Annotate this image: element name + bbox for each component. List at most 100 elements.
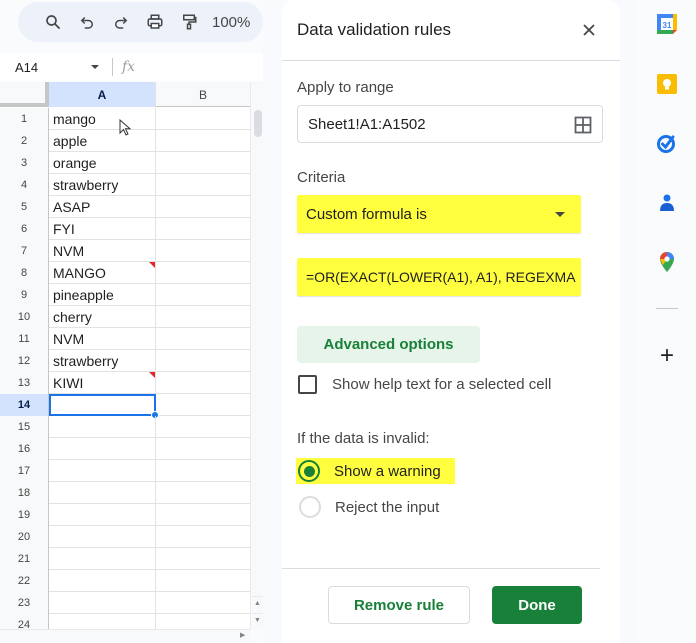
row-header[interactable]: 7	[0, 240, 49, 262]
cell-b14[interactable]	[156, 394, 250, 416]
add-app-button[interactable]: +	[656, 342, 678, 369]
undo-button[interactable]	[70, 8, 104, 36]
cell-b7[interactable]	[156, 240, 250, 262]
scroll-right-icon[interactable]: ▶	[240, 631, 245, 639]
cell-b4[interactable]	[156, 174, 250, 196]
cell-b20[interactable]	[156, 526, 250, 548]
row-header[interactable]: 2	[0, 130, 49, 152]
row-header[interactable]: 15	[0, 416, 49, 438]
help-text-checkbox-row[interactable]: Show help text for a selected cell	[298, 373, 551, 395]
redo-button[interactable]	[104, 8, 138, 36]
row-header[interactable]: 16	[0, 438, 49, 460]
radio-reject-input[interactable]: Reject the input	[297, 494, 439, 520]
cell-b1[interactable]	[156, 108, 250, 130]
cell-b13[interactable]	[156, 372, 250, 394]
cell-b22[interactable]	[156, 570, 250, 592]
cell-b16[interactable]	[156, 438, 250, 460]
google-maps-button[interactable]	[656, 251, 678, 273]
cell-a11[interactable]: NVM	[49, 328, 156, 350]
row-header[interactable]: 17	[0, 460, 49, 482]
print-button[interactable]	[138, 8, 172, 36]
scroll-up-icon[interactable]: ▲	[252, 596, 263, 610]
row-header[interactable]: 5	[0, 196, 49, 218]
range-input[interactable]: Sheet1!A1:A1502	[297, 105, 603, 143]
row-header[interactable]: 21	[0, 548, 49, 570]
advanced-options-button[interactable]: Advanced options	[297, 326, 480, 363]
cell-a7[interactable]: NVM	[49, 240, 156, 262]
row-header[interactable]: 4	[0, 174, 49, 196]
cell-a9[interactable]: pineapple	[49, 284, 156, 306]
cell-a1[interactable]: mango	[49, 108, 156, 130]
help-text-checkbox[interactable]	[298, 374, 317, 394]
paint-format-button[interactable]	[172, 8, 206, 36]
google-tasks-button[interactable]	[656, 132, 678, 154]
cell-a5[interactable]: ASAP	[49, 196, 156, 218]
cell-a22[interactable]	[49, 570, 156, 592]
cell-a10[interactable]: cherry	[49, 306, 156, 328]
cell-b6[interactable]	[156, 218, 250, 240]
custom-formula-input[interactable]: =OR(EXACT(LOWER(A1), A1), REGEXMA	[297, 258, 581, 296]
row-header[interactable]: 3	[0, 152, 49, 174]
cell-a21[interactable]	[49, 548, 156, 570]
cell-b12[interactable]	[156, 350, 250, 372]
cell-a15[interactable]	[49, 416, 156, 438]
name-box[interactable]: A14	[0, 53, 108, 81]
cell-a6[interactable]: FYI	[49, 218, 156, 240]
cell-b17[interactable]	[156, 460, 250, 482]
google-calendar-button[interactable]: 31	[656, 13, 678, 35]
row-header[interactable]: 20	[0, 526, 49, 548]
cell-b24[interactable]	[156, 614, 250, 629]
row-header[interactable]: 6	[0, 218, 49, 240]
column-header-a[interactable]: A	[49, 82, 156, 107]
cell-b15[interactable]	[156, 416, 250, 438]
close-button[interactable]	[579, 20, 599, 40]
search-button[interactable]	[36, 8, 70, 36]
google-contacts-button[interactable]	[656, 192, 678, 214]
cell-b2[interactable]	[156, 130, 250, 152]
vertical-scrollbar-thumb[interactable]	[254, 110, 262, 137]
cell-a19[interactable]	[49, 504, 156, 526]
zoom-select[interactable]: 100%	[212, 14, 250, 31]
cell-a4[interactable]: strawberry	[49, 174, 156, 196]
cell-b3[interactable]	[156, 152, 250, 174]
cell-b19[interactable]	[156, 504, 250, 526]
cell-a24[interactable]	[49, 614, 156, 629]
cell-a8[interactable]: MANGO	[49, 262, 156, 284]
cell-b5[interactable]	[156, 196, 250, 218]
row-header[interactable]: 8	[0, 262, 49, 284]
cell-b23[interactable]	[156, 592, 250, 614]
vertical-scrollbar[interactable]: ▲ ▼	[250, 82, 263, 629]
cell-b10[interactable]	[156, 306, 250, 328]
cell-a20[interactable]	[49, 526, 156, 548]
select-range-grid-icon[interactable]	[574, 116, 592, 134]
cell-a3[interactable]: orange	[49, 152, 156, 174]
row-header[interactable]: 12	[0, 350, 49, 372]
row-header[interactable]: 13	[0, 372, 49, 394]
radio-button-unselected[interactable]	[299, 496, 321, 518]
horizontal-scrollbar[interactable]: ▶	[0, 629, 250, 643]
done-button[interactable]: Done	[492, 586, 582, 624]
cell-a13[interactable]: KIWI	[49, 372, 156, 394]
radio-show-warning[interactable]: Show a warning	[296, 458, 455, 484]
row-header[interactable]: 18	[0, 482, 49, 504]
google-keep-button[interactable]	[656, 73, 678, 95]
name-box-dropdown-icon[interactable]	[91, 65, 99, 69]
cell-a17[interactable]	[49, 460, 156, 482]
row-header[interactable]: 10	[0, 306, 49, 328]
cell-b18[interactable]	[156, 482, 250, 504]
scroll-down-icon[interactable]: ▼	[252, 613, 263, 627]
cell-a23[interactable]	[49, 592, 156, 614]
cell-a12[interactable]: strawberry	[49, 350, 156, 372]
row-header[interactable]: 22	[0, 570, 49, 592]
row-header[interactable]: 1	[0, 108, 49, 130]
row-header[interactable]: 24	[0, 614, 49, 629]
radio-button-selected[interactable]	[298, 460, 320, 482]
criteria-dropdown[interactable]: Custom formula is	[297, 195, 581, 233]
row-header[interactable]: 9	[0, 284, 49, 306]
select-all-corner[interactable]	[0, 82, 49, 107]
spreadsheet-grid[interactable]: A B 1 mango 2 apple 3 orange 4 strawberry 5 ASAP 6…	[0, 82, 250, 629]
cell-b9[interactable]	[156, 284, 250, 306]
cell-b11[interactable]	[156, 328, 250, 350]
cell-b21[interactable]	[156, 548, 250, 570]
cell-a16[interactable]	[49, 438, 156, 460]
